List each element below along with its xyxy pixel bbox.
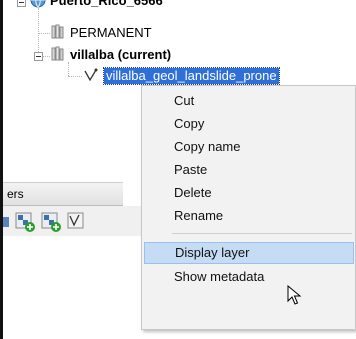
mouse-pointer-icon <box>287 284 303 307</box>
context-menu: Cut Copy Copy name Paste Delete Rename D… <box>141 85 356 330</box>
menu-item-cut[interactable]: Cut <box>142 90 355 112</box>
menu-item-rename[interactable]: Rename <box>142 205 355 227</box>
collapse-location-toggle[interactable] <box>17 0 26 7</box>
tree-item-label: Puerto_Rico_6566 <box>50 0 163 8</box>
menu-item-paste[interactable]: Paste <box>142 159 355 181</box>
tree-connector <box>38 8 39 52</box>
add-vector-icon <box>67 212 84 229</box>
tree-item-location[interactable]: Puerto_Rico_6566 <box>30 0 163 10</box>
tree-item-vector-layer[interactable]: villalba_geol_landslide_prone <box>84 67 280 85</box>
menu-item-delete[interactable]: Delete <box>142 182 355 204</box>
add-raster-icon <box>41 212 61 232</box>
add-raster-button[interactable] <box>13 209 37 233</box>
tree-item-permanent[interactable]: PERMANENT <box>50 24 152 42</box>
menu-item-copy[interactable]: Copy <box>142 113 355 135</box>
add-raster-group-button[interactable] <box>39 209 63 233</box>
mapset-icon <box>50 46 66 65</box>
layers-tab[interactable]: ers <box>3 182 123 206</box>
add-vector-button[interactable] <box>65 209 89 233</box>
menu-separator <box>172 233 352 234</box>
menu-item-show-metadata[interactable]: Show metadata <box>142 266 355 288</box>
globe-icon <box>30 0 46 11</box>
tree-item-label: PERMANENT <box>70 25 152 40</box>
menu-item-copy-name[interactable]: Copy name <box>142 136 355 158</box>
vector-icon <box>84 68 100 85</box>
tree-connector <box>68 76 82 77</box>
menu-item-display-layer[interactable]: Display layer <box>144 242 354 264</box>
layers-tab-label: ers <box>7 187 24 201</box>
mapset-icon <box>50 24 66 43</box>
collapse-mapset-toggle[interactable] <box>34 52 43 61</box>
add-raster-icon <box>15 212 35 232</box>
tree-connector <box>68 62 69 76</box>
layer-toolbar <box>3 206 143 236</box>
selected-layer-label: villalba_geol_landslide_prone <box>103 67 280 85</box>
tree-item-label: villalba (current) <box>70 47 172 62</box>
tree-connector <box>38 33 50 34</box>
tree-item-villalba[interactable]: villalba (current) <box>50 46 171 64</box>
